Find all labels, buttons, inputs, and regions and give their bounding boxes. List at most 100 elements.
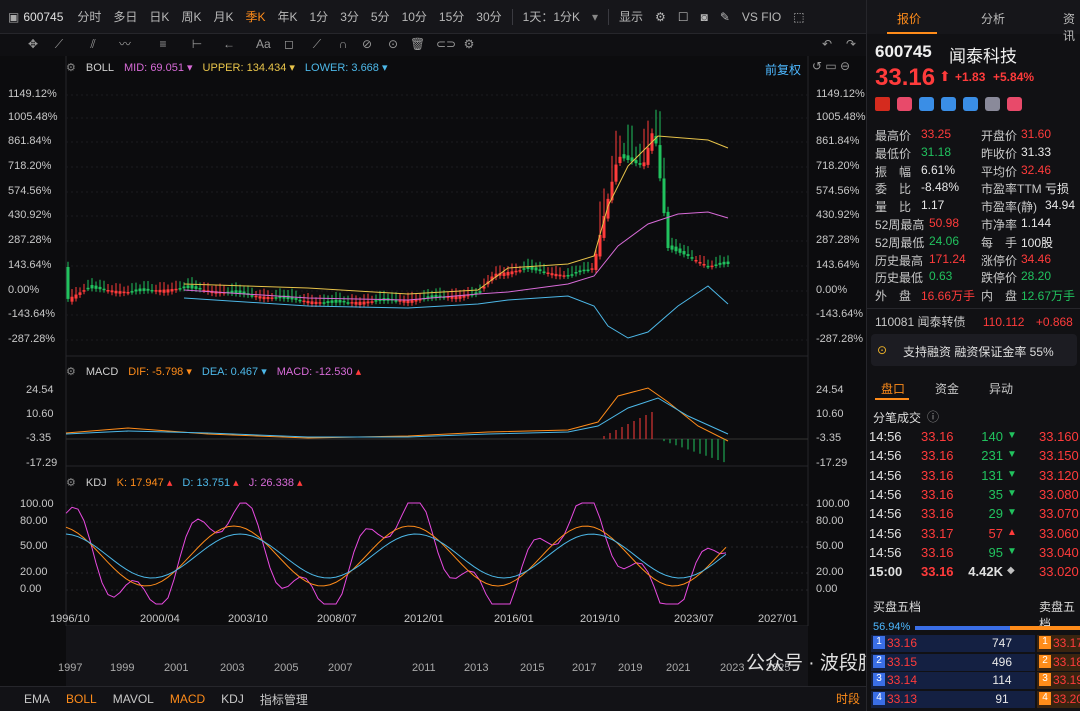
checkbox-icon[interactable]: ☐ xyxy=(672,10,695,24)
x-year-label: 1997 xyxy=(58,662,83,674)
adjust-mode-button[interactable]: 前复权 xyxy=(765,61,801,78)
x-year-label: 2017 xyxy=(572,662,597,674)
quote-label: 委 比 xyxy=(875,182,912,197)
timeframe-tab[interactable]: 分时 xyxy=(71,8,107,25)
candle-body xyxy=(710,265,714,268)
timeframe-tab[interactable]: 30分 xyxy=(470,8,507,25)
candle-body xyxy=(402,300,406,303)
subtab-capital[interactable]: 资金 xyxy=(935,380,959,397)
y-tick-label: 100.00 xyxy=(20,498,54,510)
link-icon[interactable]: ⊂⊃ xyxy=(436,37,456,51)
channel-icon[interactable]: ⫽ xyxy=(86,37,100,51)
indicator-tab[interactable]: BOLL xyxy=(66,692,97,706)
redo-icon[interactable]: ↷ xyxy=(844,37,858,51)
quote-label: 市盈率TTM xyxy=(981,182,1042,197)
wave-icon[interactable]: 〰 xyxy=(118,37,132,51)
expand-icon[interactable]: ⬚ xyxy=(787,10,810,24)
display-menu[interactable]: 显示 xyxy=(613,8,649,25)
move-icon[interactable]: ✥ xyxy=(26,37,40,51)
candle-body xyxy=(338,300,342,303)
panel-controls-icon[interactable]: ↺ ▭ ⊖ xyxy=(812,59,850,73)
orderbook-price: 33.020 xyxy=(1039,564,1079,580)
buy-level-index: 1 xyxy=(873,636,885,649)
undo-icon[interactable]: ↶ xyxy=(820,37,834,51)
sell-level-price: 33.20 xyxy=(1053,691,1080,706)
candle-body xyxy=(78,292,82,295)
candle-body xyxy=(166,289,170,293)
candle-body xyxy=(502,272,506,276)
arrow-icon[interactable]: ← xyxy=(222,37,236,51)
candle-body xyxy=(314,301,318,304)
indicator-tab[interactable]: EMA xyxy=(24,692,50,706)
timeframe-tab[interactable]: 日K xyxy=(143,8,175,25)
indicator-tab[interactable]: MAVOL xyxy=(113,692,154,706)
candle-body xyxy=(670,245,674,250)
timeframe-tab[interactable]: 月K xyxy=(207,8,239,25)
chart-area[interactable]: ⚙ BOLL MID: 69.051 ▾ UPPER: 134.434 ▾ LO… xyxy=(8,56,896,686)
quote-value: 24.06 xyxy=(929,233,960,248)
trash-icon[interactable]: 🗑 xyxy=(410,37,425,51)
compare-button[interactable]: VS FIO xyxy=(736,10,787,24)
candle-body xyxy=(134,289,138,292)
candle-body xyxy=(94,285,98,289)
candle-body xyxy=(374,300,378,302)
subtab-events[interactable]: 异动 xyxy=(989,380,1013,397)
timeframe-tab[interactable]: 5分 xyxy=(365,8,396,25)
pen-icon[interactable]: ✎ xyxy=(714,10,736,24)
tab-news[interactable]: 资讯 xyxy=(1063,10,1080,44)
timeframe-tab[interactable]: 多日 xyxy=(107,8,143,25)
quote-label: 历史最低 xyxy=(875,271,924,286)
orderbook-price: 33.150 xyxy=(1039,448,1079,464)
hide-icon[interactable]: ⊘ xyxy=(360,37,374,51)
timeframe-tab[interactable]: 季K xyxy=(239,8,271,25)
quote-value: 6.61% xyxy=(921,162,956,177)
candle-body xyxy=(678,248,682,253)
indicator-tab[interactable]: KDJ xyxy=(221,692,244,706)
timeframe-tab[interactable]: 15分 xyxy=(433,8,470,25)
settings-icon[interactable]: ⚙ xyxy=(649,10,672,24)
note-icon[interactable]: ◻ xyxy=(282,37,296,51)
indicator-tab[interactable]: 指标管理 xyxy=(260,691,308,708)
screenshot-icon[interactable]: ◙ xyxy=(695,10,714,24)
subtab-orderbook[interactable]: 盘口 xyxy=(881,380,905,397)
period-button[interactable]: 时段 xyxy=(836,690,860,707)
timeframe-tab[interactable]: 1分 xyxy=(304,8,335,25)
tick-time: 14:56 xyxy=(869,486,902,502)
x-date-label: 2023/07 xyxy=(674,613,714,625)
macd-settings-icon[interactable]: ⚙ xyxy=(66,365,76,378)
text-icon[interactable]: Aa xyxy=(256,37,271,51)
info-icon[interactable]: ⓘ xyxy=(927,408,939,425)
x-date-label: 1996/10 xyxy=(50,613,90,625)
kdj-settings-icon[interactable]: ⚙ xyxy=(66,476,76,489)
candle-body xyxy=(694,260,698,262)
tab-quote[interactable]: 报价 xyxy=(897,10,921,27)
document-icon xyxy=(985,97,1000,111)
timeframe-tab[interactable]: 年K xyxy=(271,8,303,25)
kdj-title: KDJ xyxy=(85,476,107,489)
boll-lower-value: 3.668 xyxy=(351,62,379,74)
fib-icon[interactable]: ≡ xyxy=(156,37,170,51)
multi-timeframe-select[interactable]: 1天：1分K xyxy=(517,8,586,25)
tab-analysis[interactable]: 分析 xyxy=(981,10,1005,27)
timeframe-tab[interactable]: 10分 xyxy=(396,8,433,25)
timeframe-tab[interactable]: 3分 xyxy=(334,8,365,25)
y-tick-label: 287.28% xyxy=(8,234,52,246)
x-year-label: 2007 xyxy=(328,662,353,674)
y-tick-label: 0.00% xyxy=(8,284,40,296)
ruler-icon[interactable]: ⟋ xyxy=(310,37,324,51)
margin-banner[interactable]: ⊙ 支持融资 融资保证金率 55% xyxy=(871,334,1077,366)
convertible-bond-row[interactable]: 110081 闻泰转债 110.112 +0.868 xyxy=(875,313,1073,330)
y-tick-label: 20.00 xyxy=(816,566,844,578)
indicator-tab[interactable]: MACD xyxy=(170,692,205,706)
draw-settings-icon[interactable]: ⚙ xyxy=(462,37,476,51)
lock-icon[interactable]: ⊙ xyxy=(386,37,400,51)
timeframe-tab[interactable]: 周K xyxy=(175,8,207,25)
range-icon[interactable]: ⊢ xyxy=(190,37,204,51)
trendline-icon[interactable]: ⟋ xyxy=(52,37,66,51)
candle-body xyxy=(82,290,86,292)
boll-settings-icon[interactable]: ⚙ xyxy=(66,61,76,74)
sell-level-price: 33.19 xyxy=(1053,673,1080,687)
y-tick-label: -17.29 xyxy=(26,457,58,469)
magnet-icon[interactable]: ∩ xyxy=(336,37,350,51)
sidebar-toggle-icon[interactable]: ▣ xyxy=(8,10,19,24)
